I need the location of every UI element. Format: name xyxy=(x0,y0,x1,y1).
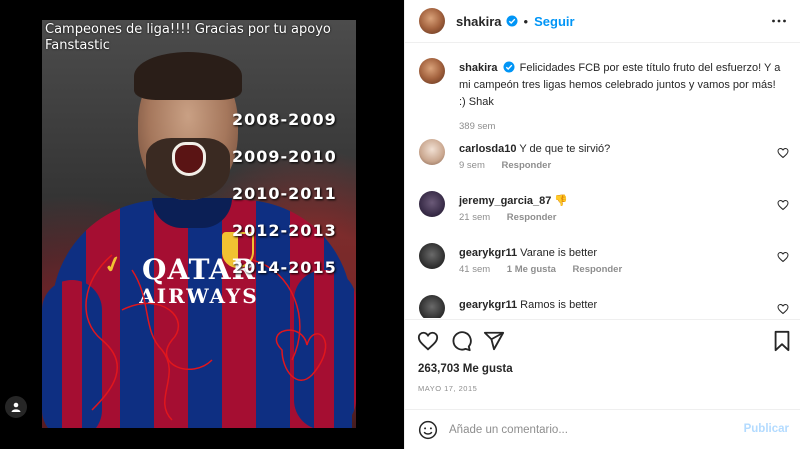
avatar[interactable] xyxy=(419,58,445,84)
divider xyxy=(405,319,800,320)
comment-username[interactable]: gearykgr11 xyxy=(459,299,517,311)
comment-username[interactable]: jeremy_garcia_87 xyxy=(459,195,551,207)
verified-icon xyxy=(506,15,518,27)
comment-text: Varane is better xyxy=(520,247,598,259)
season-item: 2010-2011 xyxy=(232,184,337,203)
reply-button[interactable]: Responder xyxy=(507,212,557,223)
season-item: 2012-2013 xyxy=(232,221,337,240)
likes-count[interactable]: 263,703 Me gusta xyxy=(418,363,513,375)
season-list: 2008-2009 2009-2010 2010-2011 2012-2013 … xyxy=(232,110,352,295)
comment-username[interactable]: carlosda10 xyxy=(459,143,516,155)
post-header: shakira • Seguir xyxy=(405,0,800,43)
comment-meta: 9 sem Responder xyxy=(459,160,565,171)
caption-time: 389 sem xyxy=(459,121,496,132)
comments-list[interactable]: shakira Felicidades FCB por este título … xyxy=(405,44,800,318)
comment-meta: 41 sem 1 Me gusta Responder xyxy=(459,264,636,275)
comment-time: 41 sem xyxy=(459,264,491,275)
comment-item: carlosda10 Y de que te sirvió? 9 sem Res… xyxy=(419,139,789,179)
comment-body: gearykgr11 Ramos is better xyxy=(459,297,759,314)
comment-text: Y de que te sirvió? xyxy=(519,143,611,155)
season-item: 2008-2009 xyxy=(232,110,337,129)
comment-time: 9 sem xyxy=(459,160,485,171)
post-date: MAYO 17, 2015 xyxy=(418,384,478,393)
reply-button[interactable]: Responder xyxy=(573,264,623,275)
more-icon[interactable] xyxy=(771,13,787,29)
comment-body: gearykgr11 Varane is better xyxy=(459,245,759,262)
verified-icon xyxy=(503,61,515,73)
player-left-arm xyxy=(42,280,102,428)
post-media: ✓ QATAR AIRWAYS Campeones de liga!!!! Gr… xyxy=(0,0,404,449)
comment-likes[interactable]: 1 Me gusta xyxy=(507,264,556,275)
avatar[interactable] xyxy=(419,139,445,165)
comment-item: gearykgr11 Ramos is better xyxy=(419,295,789,318)
header-username[interactable]: shakira xyxy=(456,14,502,29)
avatar[interactable] xyxy=(419,243,445,269)
bookmark-icon[interactable] xyxy=(771,330,793,352)
post-comment-button[interactable]: Publicar xyxy=(744,423,789,435)
comment-item: gearykgr11 Varane is better 41 sem 1 Me … xyxy=(419,243,789,283)
avatar[interactable] xyxy=(419,191,445,217)
image-caption-text: Campeones de liga!!!! Gracias por tu apo… xyxy=(45,22,331,53)
comment-text: 👎 xyxy=(554,195,569,207)
comment-icon[interactable] xyxy=(450,330,472,352)
season-item: 2014-2015 xyxy=(232,258,337,277)
follow-button[interactable]: Seguir xyxy=(534,14,574,29)
heart-icon[interactable] xyxy=(777,251,789,263)
avatar[interactable] xyxy=(419,295,445,318)
season-item: 2009-2010 xyxy=(232,147,337,166)
share-icon[interactable] xyxy=(483,330,505,352)
post-details-panel: shakira • Seguir shakira Felicidades FCB… xyxy=(404,0,800,449)
caption-meta: 389 sem xyxy=(459,121,509,132)
comment-meta: 21 sem Responder xyxy=(459,212,570,223)
user-tag-icon xyxy=(11,402,21,412)
emoji-icon[interactable] xyxy=(418,420,438,440)
comment-time: 21 sem xyxy=(459,212,491,223)
heart-icon[interactable] xyxy=(777,303,789,315)
player-hair xyxy=(134,52,242,100)
header-separator: • xyxy=(523,13,529,29)
heart-icon[interactable] xyxy=(777,147,789,159)
post-actions xyxy=(417,330,793,354)
player-mouth xyxy=(172,142,206,176)
comment-text: Ramos is better xyxy=(520,299,598,311)
comment-item: jeremy_garcia_87 👎 21 sem Responder xyxy=(419,191,789,231)
comment-body: carlosda10 Y de que te sirvió? xyxy=(459,141,759,158)
add-comment-bar: Publicar xyxy=(405,409,800,449)
reply-button[interactable]: Responder xyxy=(502,160,552,171)
heart-icon[interactable] xyxy=(777,199,789,211)
avatar[interactable] xyxy=(419,8,445,34)
caption-body: shakira Felicidades FCB por este título … xyxy=(459,60,784,111)
comment-username[interactable]: gearykgr11 xyxy=(459,247,517,259)
post-photo[interactable]: ✓ QATAR AIRWAYS Campeones de liga!!!! Gr… xyxy=(42,20,356,428)
caption-username[interactable]: shakira xyxy=(459,62,498,74)
heart-icon[interactable] xyxy=(417,330,439,352)
post-caption: shakira Felicidades FCB por este título … xyxy=(419,58,789,132)
user-tag-button[interactable] xyxy=(5,396,27,418)
comment-body: jeremy_garcia_87 👎 xyxy=(459,193,759,210)
comment-input[interactable] xyxy=(449,420,729,440)
